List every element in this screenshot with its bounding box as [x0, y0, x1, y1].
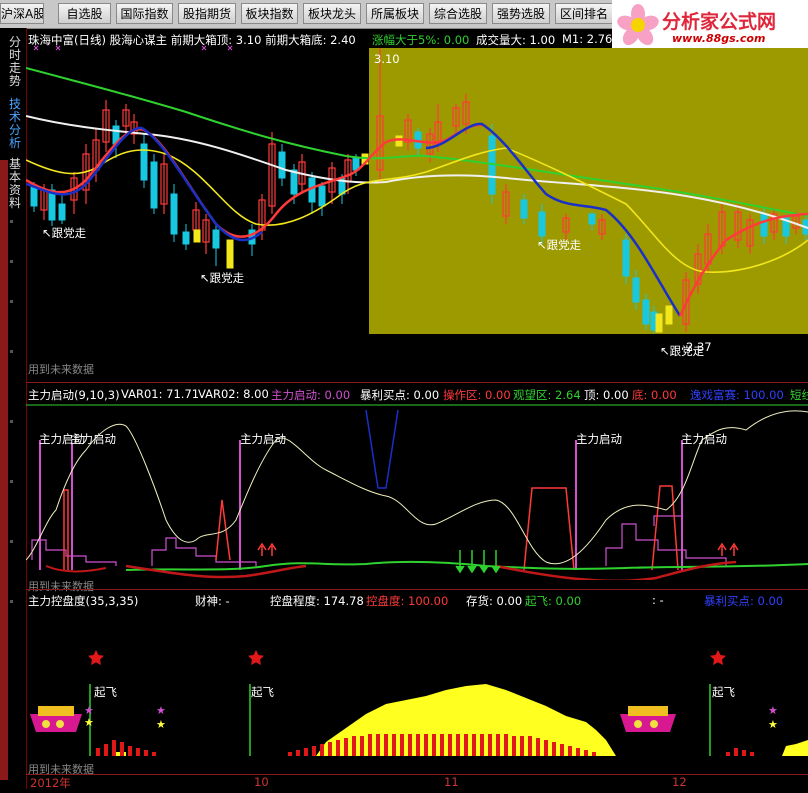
- candlestick-chart: [26, 45, 808, 334]
- tab-qujian-paiming[interactable]: 区间排名: [555, 3, 613, 24]
- tab-jiben[interactable]: 基本资料: [9, 158, 23, 210]
- star-icons: [88, 650, 726, 665]
- tab-bankuai-zhishu[interactable]: 板块指数: [241, 3, 298, 24]
- zhuli-label-2: 主力启动: [70, 432, 116, 446]
- date-axis: 2012年 10 11 12: [26, 774, 808, 790]
- zhuli-label-4: 主力启动: [576, 432, 622, 446]
- flower-icon: [617, 4, 659, 46]
- svg-text:★: ★: [768, 704, 778, 717]
- panel3-dash: : -: [652, 593, 664, 607]
- tab-qiangshi-xuangu[interactable]: 强势选股: [492, 3, 550, 24]
- panel2-var01: VAR01: 71.71: [121, 387, 200, 401]
- tab-guoji-zhishu[interactable]: 国际指数: [116, 3, 173, 24]
- annotation-gendangzou-1: ↖跟党走: [42, 226, 87, 240]
- svg-text:★: ★: [768, 718, 778, 731]
- annotation-gendangzou-3: ↖跟党走: [537, 238, 582, 252]
- tab-bankuai-longtou[interactable]: 板块龙头: [303, 3, 361, 24]
- qifei-label-2: 起飞: [251, 685, 274, 699]
- tab-zonghe-xuangu[interactable]: 综合选股: [429, 3, 487, 24]
- tab-jishu[interactable]: 技术分析: [9, 98, 23, 150]
- sidebar-scroll-strip[interactable]: [0, 160, 8, 780]
- qifei-label-1: 起飞: [94, 685, 117, 699]
- tab-hushen-a[interactable]: 沪深A股: [0, 3, 44, 24]
- zhuli-label-5: 主力启动: [681, 432, 727, 446]
- site-logo: 分析家公式网 www.88gs.com: [612, 0, 808, 50]
- kongpan-chart: ★ ★ ★ ★ ★ ★: [30, 650, 808, 756]
- date-month-12: 12: [672, 775, 687, 789]
- svg-text:★: ★: [156, 718, 166, 731]
- svg-text:★: ★: [156, 704, 166, 717]
- tab-fenshi[interactable]: 分时走势: [9, 36, 23, 88]
- logo-title: 分析家公式网: [662, 11, 777, 33]
- tab-suoshu-bankuai[interactable]: 所属板块: [366, 3, 424, 24]
- qifei-label-3: 起飞: [712, 685, 735, 699]
- panel-divider-2[interactable]: [26, 589, 808, 590]
- date-month-11: 11: [444, 775, 459, 789]
- zhuli-label-3: 主力启动: [240, 432, 286, 446]
- zhuli-qidong-chart: [26, 404, 808, 580]
- tab-zixuangu[interactable]: 自选股: [58, 3, 111, 24]
- annotation-gendangzou-2: ↖跟党走: [200, 271, 245, 285]
- annotation-gendangzou-4: ↖跟党走: [660, 344, 705, 358]
- tab-guzhi-qihuo[interactable]: 股指期货: [178, 3, 236, 24]
- future-data-note-2: 用到未来数据: [28, 580, 94, 593]
- panel-divider[interactable]: [26, 382, 808, 383]
- future-data-note-1: 用到未来数据: [28, 363, 94, 376]
- price-high-mark: 3.10: [374, 52, 400, 66]
- money-boat-icon-2: [620, 706, 676, 732]
- date-month-10: 10: [254, 775, 269, 789]
- money-boat-icon: [30, 706, 82, 732]
- svg-text:★: ★: [84, 716, 94, 729]
- panel2-var02: VAR02: 8.00: [198, 387, 269, 401]
